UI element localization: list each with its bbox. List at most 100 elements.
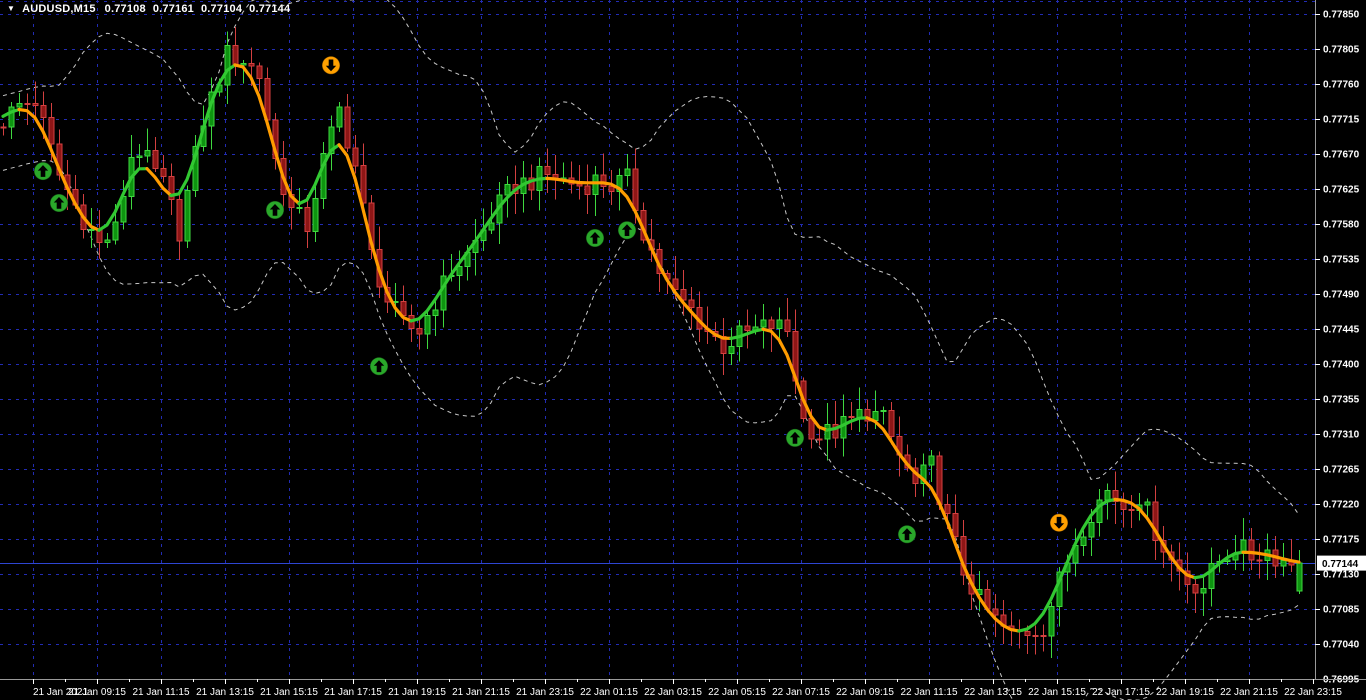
candle-body <box>632 168 639 212</box>
candle-body <box>40 105 47 119</box>
time-axis-label: 22 Jan 13:15 <box>964 687 1022 698</box>
candle-body <box>1128 508 1135 512</box>
price-axis-label: 0.77355 <box>1323 395 1360 406</box>
candle-body <box>360 165 367 204</box>
candle-body <box>352 147 359 167</box>
price-axis-label: 0.77220 <box>1323 500 1360 511</box>
price-axis-label: 0.77490 <box>1323 290 1360 301</box>
candle-body <box>304 206 311 232</box>
candle-body <box>784 319 791 332</box>
buy-signal-marker[interactable] <box>897 524 917 544</box>
candle-body <box>48 117 55 145</box>
candle-body <box>1048 605 1055 637</box>
price-axis-label: 0.77535 <box>1323 255 1360 266</box>
candle-body <box>1296 562 1303 592</box>
time-axis-label: 22 Jan 05:15 <box>708 687 766 698</box>
candle-body <box>104 239 111 243</box>
time-axis-label: 22 Jan 01:15 <box>580 687 638 698</box>
time-axis-label: 21 Jan 13:15 <box>196 687 254 698</box>
candle-body <box>584 185 591 195</box>
candle-body <box>32 103 39 107</box>
candle-body <box>24 103 31 105</box>
candle-body <box>816 438 823 441</box>
candle-body <box>112 221 119 241</box>
candle-body <box>296 206 303 209</box>
price-axis-label: 0.77670 <box>1323 150 1360 161</box>
buy-signal-marker[interactable] <box>49 193 69 213</box>
candle-body <box>1032 634 1039 637</box>
candle-body <box>432 309 439 317</box>
candle-body <box>0 126 7 129</box>
sell-signal-marker[interactable] <box>321 55 341 75</box>
time-axis[interactable]: 21 Jan 202121 Jan 09:15 21 Jan 11:15 21 Ja… <box>0 679 1366 698</box>
price-axis-label: 0.77310 <box>1323 430 1360 441</box>
time-axis-label: 21 Jan 21:15 <box>452 687 510 698</box>
time-axis-label: 22 Jan 07:15 <box>772 687 830 698</box>
candle-body <box>152 149 159 169</box>
candle-body <box>1088 521 1095 538</box>
indicator-bands <box>2 0 1300 700</box>
candle-body <box>576 183 583 187</box>
candle-body <box>624 168 631 176</box>
candle-body <box>336 106 343 128</box>
buy-signal-marker[interactable] <box>785 428 805 448</box>
buy-signal-marker[interactable] <box>369 356 389 376</box>
price-axis[interactable]: 0.77850 0.77805 0.77760 0.77715 0.77670 0.776… <box>1315 0 1360 686</box>
grid <box>0 0 1315 680</box>
candle-body <box>1248 539 1255 561</box>
candle-body <box>608 186 615 192</box>
time-axis-label: 21 Jan 11:15 <box>132 687 190 698</box>
buy-signal-marker[interactable] <box>617 220 637 240</box>
candle-body <box>888 410 895 437</box>
candle-body <box>928 455 935 466</box>
sell-signal-marker[interactable] <box>1049 513 1069 533</box>
candle-body <box>992 608 999 616</box>
buy-signal-marker[interactable] <box>585 228 605 248</box>
candle-body <box>424 315 431 335</box>
time-axis-label: 21 Jan 23:15 <box>516 687 574 698</box>
candle-body <box>1192 584 1199 594</box>
candle-body <box>488 222 495 231</box>
candle-body <box>1080 536 1087 547</box>
candle-body <box>232 45 239 66</box>
time-axis-label: 21 Jan 09:15 <box>68 687 126 698</box>
candle-body <box>1144 501 1151 506</box>
candle-body <box>544 165 551 175</box>
candle-body <box>776 319 783 329</box>
candle-body <box>416 327 423 335</box>
candle-body <box>1280 559 1287 567</box>
price-axis-label: 0.77130 <box>1323 570 1360 581</box>
candle-body <box>944 504 951 515</box>
candle-body <box>184 189 191 242</box>
candle-body <box>600 174 607 188</box>
current-price-tag: 0.77144 <box>1317 555 1366 571</box>
price-axis-label: 0.77400 <box>1323 360 1360 371</box>
candle-body <box>88 229 95 232</box>
candle-body <box>592 174 599 195</box>
candle-body <box>768 319 775 329</box>
candle-body <box>136 155 143 158</box>
price-axis-label: 0.77850 <box>1323 10 1360 21</box>
candle-body <box>344 106 351 149</box>
candlestick-chart[interactable]: 0.77850 0.77805 0.77760 0.77715 0.77670 0.776… <box>0 0 1366 700</box>
candle-body <box>256 65 263 79</box>
time-axis-label: 22 Jan 03:15 <box>644 687 702 698</box>
candle-body <box>744 325 751 331</box>
candle-body <box>240 63 247 66</box>
time-axis-label: 21 Jan 19:15 <box>388 687 446 698</box>
dropdown-icon[interactable]: ▼ <box>7 4 15 14</box>
candle-body <box>16 103 23 108</box>
price-axis-label: 0.77040 <box>1323 640 1360 651</box>
buy-signal-marker[interactable] <box>265 200 285 220</box>
current-price-value: 0.77144 <box>1322 559 1359 570</box>
candle-body <box>856 409 863 418</box>
time-axis-label: 22 Jan 19:15 <box>1156 687 1214 698</box>
candle-body <box>1104 489 1111 501</box>
candle-body <box>160 168 167 177</box>
price-axis-label: 0.77265 <box>1323 465 1360 476</box>
time-axis-label: 21 Jan 15:15 <box>260 687 318 698</box>
price-axis-label: 0.77715 <box>1323 115 1360 126</box>
buy-signal-marker[interactable] <box>33 161 53 181</box>
time-axis-label: 22 Jan 15:15 <box>1028 687 1086 698</box>
candle-body <box>176 199 183 242</box>
